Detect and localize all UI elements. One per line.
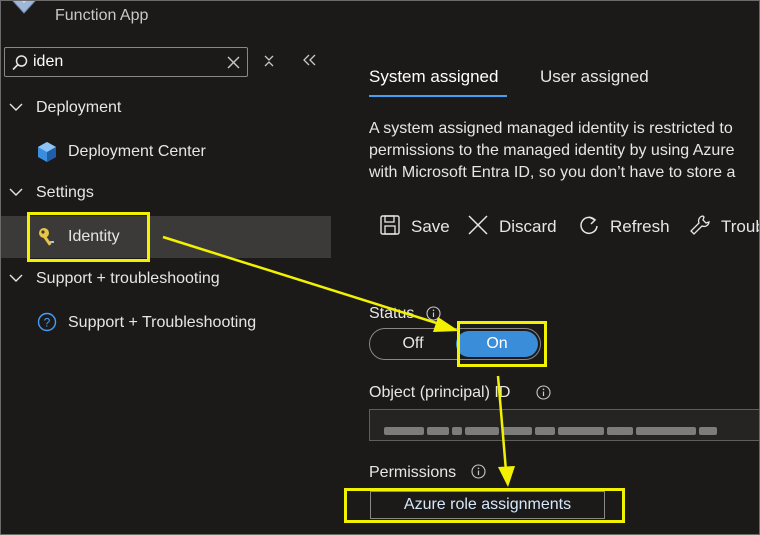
toggle-off-option[interactable]: Off bbox=[370, 329, 456, 359]
refresh-icon bbox=[580, 216, 598, 235]
description-line: permissions to the managed identity by u… bbox=[369, 142, 735, 159]
chevron-down-icon bbox=[9, 274, 23, 282]
highlight-toggle-on bbox=[457, 321, 547, 367]
identity-description: A system assigned managed identity is re… bbox=[369, 118, 759, 184]
sidebar-item-deployment-center[interactable]: Deployment Center bbox=[1, 131, 331, 173]
object-id-field[interactable] bbox=[369, 409, 759, 441]
svg-text:?: ? bbox=[44, 316, 51, 330]
function-app-icon bbox=[12, 1, 36, 14]
sidebar-item-label: Deployment Center bbox=[68, 143, 206, 160]
sidebar-group-settings[interactable]: Settings bbox=[1, 173, 331, 215]
description-line: A system assigned managed identity is re… bbox=[369, 120, 733, 137]
search-icon bbox=[12, 55, 28, 71]
troubleshoot-button[interactable]: Troubl bbox=[689, 213, 759, 241]
description-line: with Microsoft Entra ID, so you don’t ha… bbox=[369, 164, 736, 181]
arrowhead bbox=[498, 466, 515, 487]
discard-button[interactable]: Discard bbox=[467, 213, 561, 241]
portal-window: Function App Deployment Deployment Cente… bbox=[0, 0, 760, 535]
sidebar-group-label: Support + troubleshooting bbox=[36, 270, 220, 287]
app-type-label: Function App bbox=[55, 7, 149, 24]
chevron-down-icon bbox=[9, 103, 23, 111]
save-icon bbox=[380, 215, 400, 235]
info-icon[interactable] bbox=[471, 464, 486, 479]
tab-system-assigned[interactable]: System assigned bbox=[369, 67, 498, 87]
redacted-object-id bbox=[384, 422, 720, 435]
active-tab-indicator bbox=[369, 95, 507, 97]
permissions-label: Permissions bbox=[369, 464, 457, 481]
refresh-button[interactable]: Refresh bbox=[578, 213, 670, 241]
clear-search-icon[interactable] bbox=[227, 56, 240, 69]
tab-user-assigned[interactable]: User assigned bbox=[540, 67, 649, 87]
sidebar-item-label: Support + Troubleshooting bbox=[68, 314, 257, 331]
app-header: Function App bbox=[1, 1, 759, 31]
object-id-label: Object (principal) ID bbox=[369, 384, 511, 401]
save-button[interactable]: Save bbox=[379, 213, 450, 241]
sidebar-item-support-troubleshooting[interactable]: ? Support + Troubleshooting bbox=[1, 302, 331, 344]
discard-label: Discard bbox=[499, 217, 557, 236]
wrench-icon bbox=[690, 215, 710, 235]
sidebar-group-label: Deployment bbox=[36, 99, 122, 116]
sidebar-group-label: Settings bbox=[36, 184, 94, 201]
search-box[interactable] bbox=[4, 47, 248, 77]
help-circle-icon: ? bbox=[37, 312, 57, 332]
troubleshoot-label: Troubl bbox=[721, 217, 759, 236]
sidebar-group-deployment[interactable]: Deployment bbox=[1, 88, 331, 130]
status-label: Status bbox=[369, 305, 415, 322]
highlight-identity bbox=[27, 212, 150, 262]
chevron-down-icon bbox=[9, 188, 23, 196]
refresh-label: Refresh bbox=[610, 217, 670, 236]
save-label: Save bbox=[411, 217, 450, 236]
highlight-role-assignments bbox=[344, 488, 625, 523]
discard-icon bbox=[468, 215, 488, 235]
deployment-center-icon bbox=[38, 142, 56, 162]
search-input[interactable] bbox=[33, 52, 213, 72]
info-icon[interactable] bbox=[536, 385, 551, 400]
collapse-all-icon[interactable] bbox=[263, 54, 275, 68]
collapse-menu-icon[interactable] bbox=[301, 53, 317, 67]
sidebar-group-support[interactable]: Support + troubleshooting bbox=[1, 259, 331, 301]
info-icon[interactable] bbox=[426, 306, 441, 321]
